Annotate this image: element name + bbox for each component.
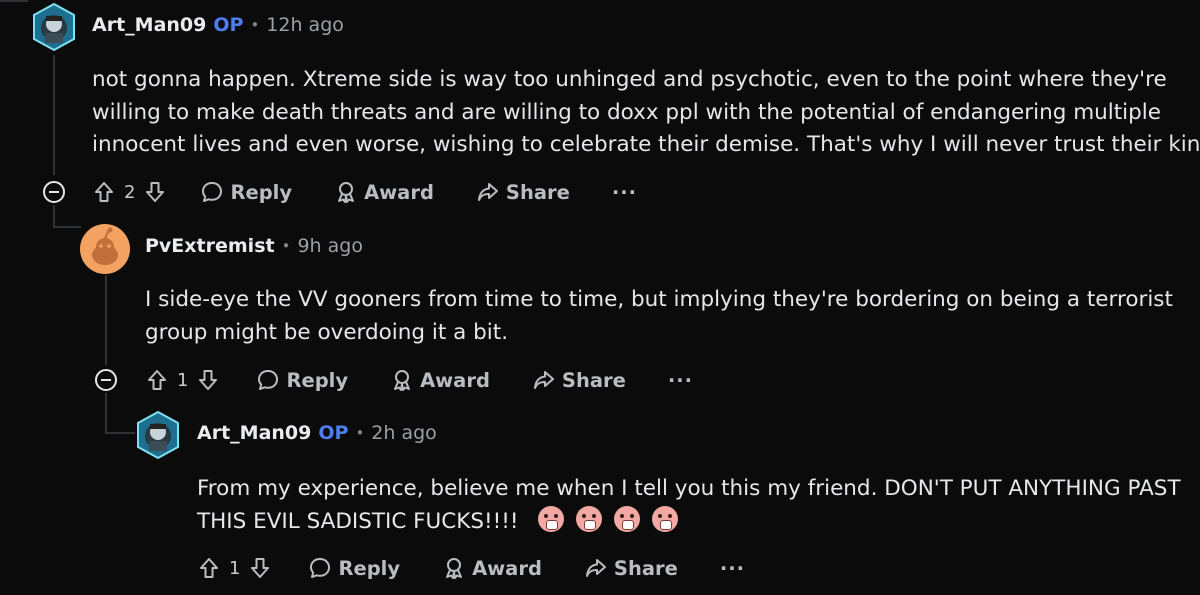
- comment-actions: 1 Reply Award Share ···: [197, 551, 745, 585]
- comment-line: innocent lives and even worse, wishing t…: [92, 132, 1200, 157]
- avatar[interactable]: [80, 224, 130, 274]
- reply-bubble-icon: [310, 558, 331, 578]
- username[interactable]: Art_Man09: [92, 14, 206, 36]
- comment-line: THIS EVIL SADISTIC FUCKS!!!!: [197, 505, 1181, 539]
- separator: •: [355, 424, 365, 442]
- comment-line: From my experience, believe me when I te…: [197, 476, 1181, 501]
- award-icon: [394, 370, 411, 391]
- fearful-face-emoji-icon: [576, 505, 603, 532]
- more-options-button[interactable]: ···: [668, 369, 693, 392]
- award-button[interactable]: Award: [334, 180, 434, 204]
- reply-button[interactable]: Reply: [200, 180, 292, 204]
- share-arrow-icon: [585, 559, 606, 577]
- timestamp[interactable]: 9h ago: [297, 235, 363, 257]
- thread-line: [53, 205, 55, 227]
- comment-body: From my experience, believe me when I te…: [197, 473, 1181, 538]
- more-options-icon: ···: [667, 368, 694, 392]
- vote-count: 1: [177, 369, 189, 391]
- comment-body: I side-eye the VV gooners from time to t…: [145, 284, 1173, 349]
- fearful-face-emoji-icon: [538, 505, 565, 532]
- comment-line-text: THIS EVIL SADISTIC FUCKS!!!!: [197, 508, 519, 534]
- separator: •: [281, 237, 291, 255]
- comment-line: group might be overdoing it a bit.: [145, 319, 509, 345]
- fearful-face-emoji-icon: [614, 505, 641, 532]
- thread-line: [105, 275, 107, 365]
- reply-label: Reply: [286, 368, 349, 392]
- thread-line: [0, 0, 28, 2]
- downvote-button[interactable]: [196, 368, 220, 392]
- minus-circle-icon: [95, 369, 117, 391]
- comment-line: not gonna happen. Xtreme side is way too…: [92, 67, 1167, 92]
- share-arrow-icon: [477, 183, 498, 201]
- vote-count: 2: [124, 181, 136, 203]
- share-label: Share: [561, 368, 626, 392]
- comment-header: PvExtremist • 9h ago: [145, 235, 363, 257]
- separator: •: [250, 16, 260, 34]
- downvote-arrow-icon: [146, 182, 165, 202]
- username[interactable]: PvExtremist: [145, 235, 275, 257]
- award-button[interactable]: Award: [390, 368, 490, 392]
- reply-label: Reply: [230, 180, 293, 204]
- reply-button[interactable]: Reply: [256, 368, 348, 392]
- reply-label: Reply: [338, 556, 401, 580]
- minus-circle-icon: [43, 181, 65, 203]
- comment-header: Art_Man09 OP • 12h ago: [92, 14, 344, 36]
- thread-line: [105, 432, 135, 434]
- more-options-button[interactable]: ···: [612, 181, 637, 204]
- award-icon: [338, 182, 355, 203]
- timestamp[interactable]: 2h ago: [371, 422, 437, 444]
- downvote-button[interactable]: [143, 180, 167, 204]
- thread-line: [105, 393, 107, 433]
- share-label: Share: [613, 556, 678, 580]
- comment-body: not gonna happen. Xtreme side is way too…: [92, 64, 1200, 162]
- award-label: Award: [420, 368, 490, 392]
- more-options-button[interactable]: ···: [720, 557, 745, 580]
- comment-actions: 1 Reply Award Share ···: [145, 363, 693, 397]
- timestamp[interactable]: 12h ago: [266, 14, 344, 36]
- more-options-icon: ···: [719, 556, 746, 580]
- avatar[interactable]: [29, 2, 79, 52]
- share-button[interactable]: Share: [584, 556, 678, 580]
- op-badge: OP: [318, 422, 349, 444]
- downvote-arrow-icon: [251, 558, 270, 578]
- comment-line: I side-eye the VV gooners from time to t…: [145, 287, 1173, 312]
- op-badge: OP: [213, 14, 244, 36]
- downvote-button[interactable]: [248, 556, 272, 580]
- award-label: Award: [364, 180, 434, 204]
- avatar[interactable]: [133, 410, 183, 460]
- award-label: Award: [472, 556, 542, 580]
- thread-line: [53, 55, 55, 175]
- share-button[interactable]: Share: [476, 180, 570, 204]
- upvote-button[interactable]: [92, 180, 116, 204]
- upvote-arrow-icon: [95, 182, 113, 202]
- share-label: Share: [505, 180, 570, 204]
- reply-bubble-icon: [258, 370, 279, 390]
- upvote-button[interactable]: [197, 556, 221, 580]
- upvote-button[interactable]: [145, 368, 169, 392]
- comment-actions: 2 Reply Award Share ···: [92, 175, 637, 209]
- share-button[interactable]: Share: [532, 368, 626, 392]
- comment-header: Art_Man09 OP • 2h ago: [197, 422, 437, 444]
- reply-bubble-icon: [202, 182, 223, 202]
- award-icon: [446, 558, 463, 579]
- upvote-arrow-icon: [200, 558, 218, 578]
- collapse-button[interactable]: [93, 367, 119, 393]
- award-button[interactable]: Award: [442, 556, 542, 580]
- vote-count: 1: [229, 557, 241, 579]
- more-options-icon: ···: [611, 180, 638, 204]
- share-arrow-icon: [533, 371, 554, 389]
- username[interactable]: Art_Man09: [197, 422, 311, 444]
- fearful-face-emoji-icon: [651, 505, 678, 532]
- collapse-button[interactable]: [41, 179, 67, 205]
- comment-line: willing to make death threats and are wi…: [92, 99, 1162, 125]
- reply-button[interactable]: Reply: [308, 556, 400, 580]
- downvote-arrow-icon: [199, 370, 218, 390]
- thread-line: [53, 226, 81, 228]
- upvote-arrow-icon: [148, 370, 166, 390]
